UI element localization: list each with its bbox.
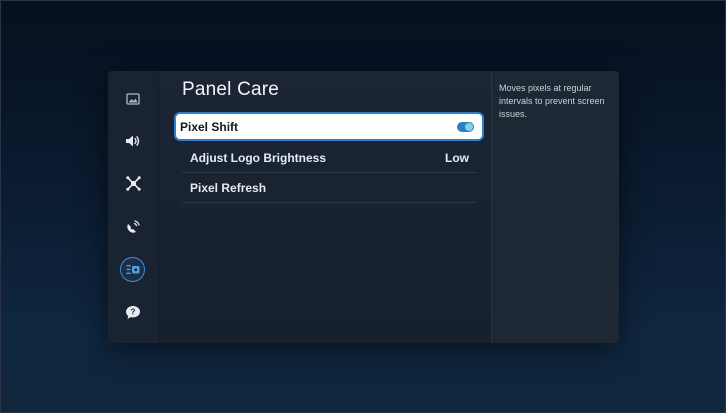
toggle-knob [465,122,473,131]
nav-item-broadcast[interactable] [119,212,147,240]
nav-item-connection[interactable] [119,169,147,197]
menu-item-value: Low [445,150,469,165]
pixel-shift-toggle[interactable] [457,121,474,132]
nav-item-picture[interactable] [119,85,147,113]
nav-item-general[interactable] [120,257,145,282]
menu-item-label: Adjust Logo Brightness [190,150,326,165]
page-title: Panel Care [182,79,280,100]
menu-item-pixel-refresh[interactable]: Pixel Refresh [182,173,477,203]
menu-item-label: Pixel Refresh [190,180,267,195]
settings-side-nav: ? [108,71,159,343]
nav-item-sound[interactable] [119,127,147,155]
description-pane: Moves pixels at regular intervals to pre… [491,71,619,343]
settings-panel: ? Panel Care Pixel Shift Adjust Logo Bri… [108,71,619,343]
description-text: Moves pixels at regular intervals to pre… [499,83,605,119]
main-content: Panel Care Pixel Shift Adjust Logo Brigh… [167,71,491,343]
general-settings-icon [126,265,139,274]
sound-icon [126,135,140,147]
support-icon: ? [126,305,140,319]
connection-icon [125,175,141,191]
nav-item-support[interactable]: ? [119,298,147,326]
menu-item-adjust-logo-brightness[interactable]: Adjust Logo Brightness Low [182,143,477,173]
menu-item-pixel-shift[interactable]: Pixel Shift [174,112,484,141]
menu-item-label: Pixel Shift [180,119,239,134]
picture-icon [126,93,140,105]
broadcast-icon [126,219,140,233]
svg-text:?: ? [131,307,136,316]
